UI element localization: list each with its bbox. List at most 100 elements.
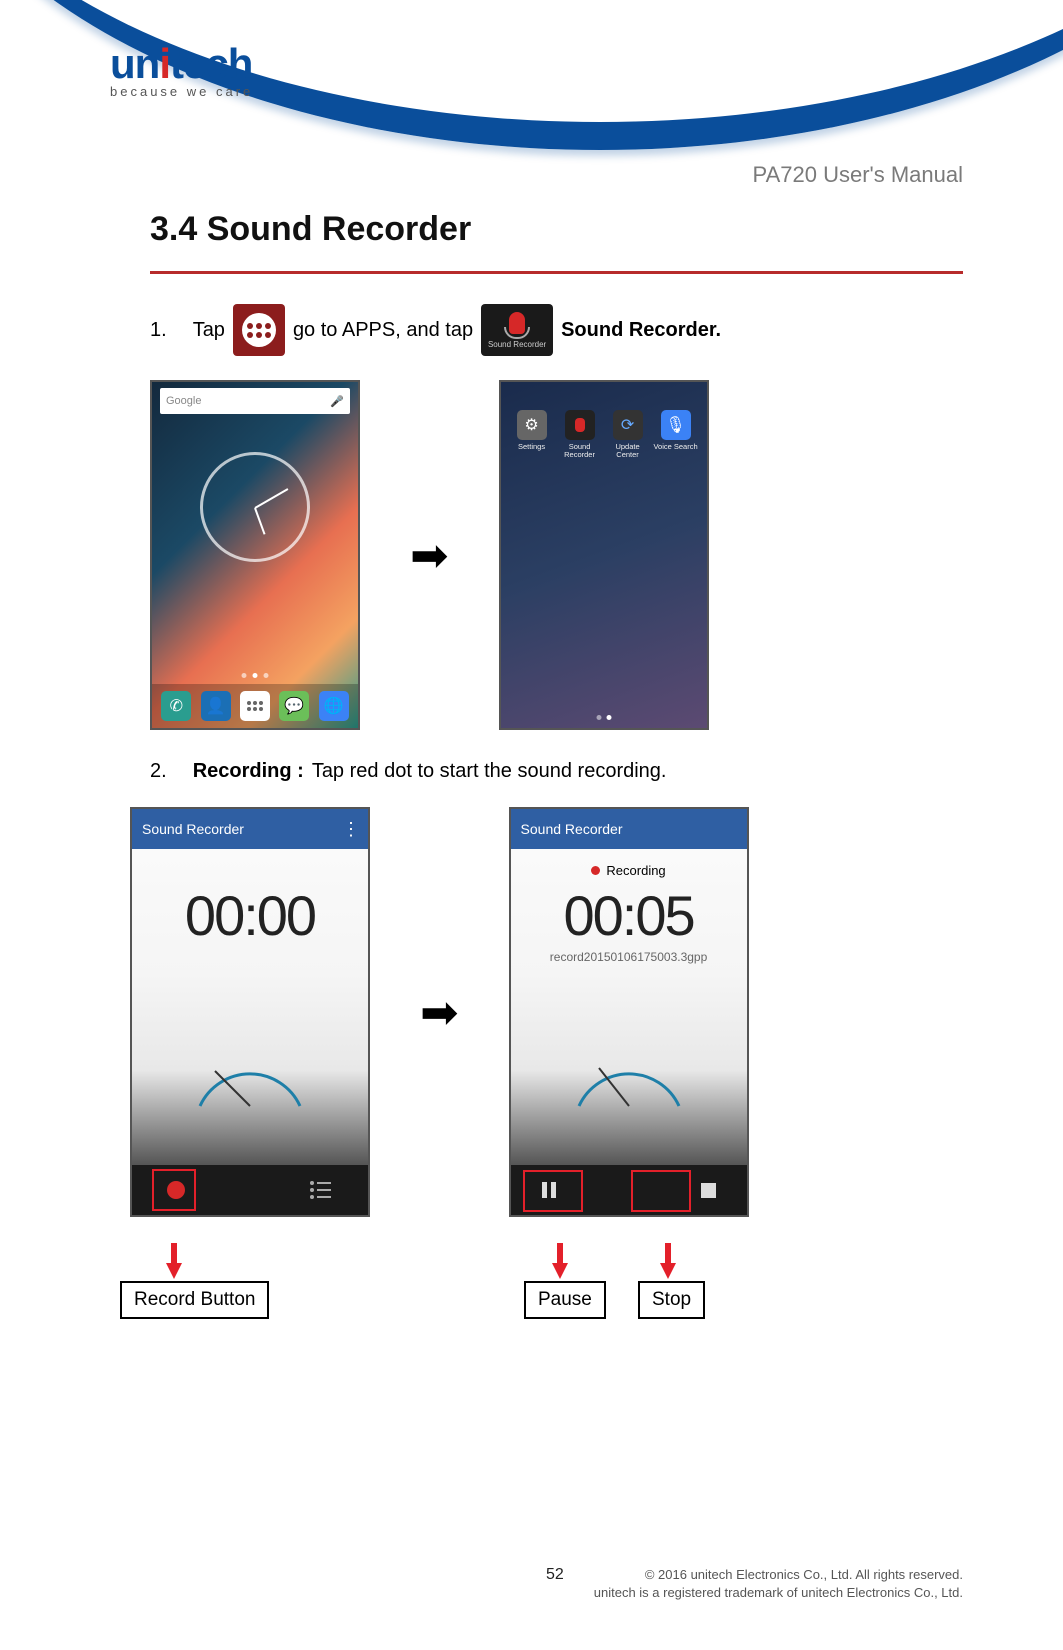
recorder-title: Sound Recorder [142, 821, 244, 837]
callouts-row: Record Button Pause Stop [130, 1241, 963, 1321]
gear-icon: ⚙ [517, 410, 547, 440]
spacer [420, 1241, 466, 1321]
stop-icon [701, 1183, 716, 1198]
list-icon [310, 1181, 331, 1199]
update-icon: ⟳ [613, 410, 643, 440]
stop-button [691, 1172, 727, 1208]
recorder-timer: 00:05 [563, 883, 693, 948]
recorder-active-wrapper: Sound Recorder Recording 00:05 record201… [509, 807, 749, 1217]
logo-text-post: tech [170, 40, 252, 87]
overflow-menu-icon: ⋮ [342, 819, 358, 840]
record-icon [167, 1181, 185, 1199]
arrow-down-icon [552, 1263, 568, 1279]
sound-recorder-icon: Sound Recorder [481, 304, 553, 356]
recorder-status: Recording [591, 861, 665, 879]
recorder-status-text: Recording [606, 863, 665, 878]
copyright: © 2016 unitech Electronics Co., Ltd. All… [594, 1566, 963, 1602]
app-label: Voice Search [653, 443, 697, 451]
content: 3.4 Sound Recorder 1. Tap go to APPS, an… [150, 210, 963, 1321]
stop-button-callout: Stop [638, 1281, 705, 1319]
pause-button [531, 1172, 567, 1208]
logo: unitech because we care [110, 40, 253, 99]
home-search-placeholder: Google [166, 395, 201, 407]
recorder-idle-wrapper: Sound Recorder ⋮ 00:00 [130, 807, 370, 1217]
vu-meter-gauge [185, 1046, 315, 1111]
app-label: Settings [518, 443, 545, 451]
app-label: Sound Recorder [557, 443, 603, 458]
apps-grid: ⚙ Settings Sound Recorder ⟳ Update Cente… [509, 410, 699, 458]
vu-meter-gauge [564, 1046, 694, 1111]
recorder-footer [511, 1165, 747, 1215]
pause-button-callout: Pause [524, 1281, 606, 1319]
step-1: 1. Tap go to APPS, and tap Sound Recorde… [150, 304, 963, 356]
clock-widget [200, 452, 310, 562]
step-1-text-c: Sound Recorder. [561, 319, 721, 342]
recordings-list-button [302, 1172, 338, 1208]
step-1-text-a: Tap [193, 319, 225, 342]
section-rule [150, 271, 963, 274]
callout-col-pause-stop: Pause Stop [516, 1241, 756, 1321]
record-button [158, 1172, 194, 1208]
recording-indicator-icon [591, 866, 600, 875]
app-settings: ⚙ Settings [509, 410, 555, 458]
recorder-timer: 00:00 [185, 883, 315, 948]
page-footer: 52 © 2016 unitech Electronics Co., Ltd. … [0, 1566, 963, 1602]
app-update-center: ⟳ Update Center [605, 410, 651, 458]
figure-row-2: Sound Recorder ⋮ 00:00 [130, 807, 963, 1217]
status-bar [509, 390, 699, 404]
record-button-callout: Record Button [120, 1281, 269, 1319]
section-heading: 3.4 Sound Recorder [150, 210, 963, 249]
copyright-line1: © 2016 unitech Electronics Co., Ltd. All… [594, 1566, 963, 1584]
pause-icon [542, 1182, 556, 1198]
apps-grid-icon [242, 313, 276, 347]
microphone-icon [509, 312, 525, 334]
recorder-body: 00:00 [132, 849, 368, 1165]
document-title: PA720 User's Manual [753, 162, 963, 188]
app-voice-search: 🎙 Voice Search [653, 410, 699, 458]
home-screen-figure: Google 🎤 ✆ 👤 💬 🌐 [150, 380, 360, 730]
contacts-icon: 👤 [201, 691, 231, 721]
recorder-header: Sound Recorder [511, 809, 747, 849]
page-indicator [596, 715, 611, 720]
recorder-title: Sound Recorder [521, 821, 623, 837]
arrow-down-icon [166, 1263, 182, 1279]
recorder-filename: record20150106175003.3gpp [550, 950, 707, 966]
step-1-number: 1. [150, 319, 167, 342]
recorder-footer [132, 1165, 368, 1215]
page-number: 52 [546, 1566, 564, 1584]
arrow-down-icon [660, 1263, 676, 1279]
app-sound-recorder: Sound Recorder [557, 410, 603, 458]
arrow-right-icon: ➡ [420, 985, 459, 1039]
home-dock: ✆ 👤 💬 🌐 [152, 684, 358, 728]
recorder-header: Sound Recorder ⋮ [132, 809, 368, 849]
recorder-idle-figure: Sound Recorder ⋮ 00:00 [130, 807, 370, 1217]
home-wallpaper: Google 🎤 ✆ 👤 💬 🌐 [152, 382, 358, 728]
logo-brand: unitech [110, 40, 253, 88]
figure-row-1: Google 🎤 ✆ 👤 💬 🌐 ➡ [150, 380, 963, 730]
callout-col-record: Record Button [130, 1241, 370, 1321]
recorder-body: Recording 00:05 record20150106175003.3gp… [511, 849, 747, 1165]
phone-icon: ✆ [161, 691, 191, 721]
messages-icon: 💬 [279, 691, 309, 721]
recorder-active-figure: Sound Recorder Recording 00:05 record201… [509, 807, 749, 1217]
logo-text-pre: un [110, 40, 159, 87]
logo-tagline: because we care [110, 84, 253, 99]
logo-dot: i [159, 40, 170, 87]
step-2-text: Tap red dot to start the sound recording… [312, 760, 667, 783]
copyright-line2: unitech is a registered trademark of uni… [594, 1584, 963, 1602]
microphone-icon: 🎤 [330, 395, 344, 408]
apps-drawer: ⚙ Settings Sound Recorder ⟳ Update Cente… [501, 382, 707, 728]
microphone-icon [565, 410, 595, 440]
apps-launcher-icon [233, 304, 285, 356]
browser-icon: 🌐 [319, 691, 349, 721]
step-1-text-b: go to APPS, and tap [293, 319, 473, 342]
apps-drawer-figure: ⚙ Settings Sound Recorder ⟳ Update Cente… [499, 380, 709, 730]
apps-launcher-icon [240, 691, 270, 721]
home-search-bar: Google 🎤 [160, 388, 350, 414]
step-2: 2. Recording : Tap red dot to start the … [150, 760, 963, 783]
voice-search-icon: 🎙 [661, 410, 691, 440]
app-label: Update Center [605, 443, 651, 458]
arrow-right-icon: ➡ [410, 528, 449, 582]
step-2-number: 2. [150, 760, 167, 783]
page-indicator [242, 673, 269, 678]
